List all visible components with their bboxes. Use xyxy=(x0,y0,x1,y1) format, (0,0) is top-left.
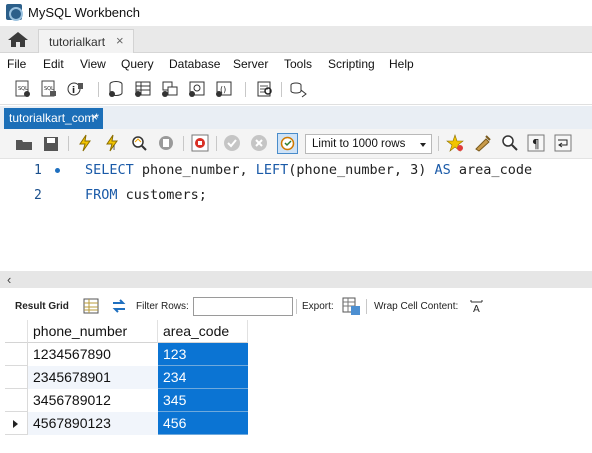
create-schema-icon[interactable] xyxy=(107,80,125,98)
close-icon[interactable]: × xyxy=(116,33,124,48)
stop-icon[interactable] xyxy=(157,134,175,152)
menu-file[interactable]: File xyxy=(7,57,26,71)
column-header-phone-number[interactable]: phone_number xyxy=(28,320,158,343)
save-icon[interactable] xyxy=(42,135,60,153)
open-sql-script-icon[interactable]: SQL xyxy=(40,80,58,98)
sql-keyword: FROM xyxy=(85,187,118,203)
menu-database[interactable]: Database xyxy=(169,57,220,71)
sql-keyword: AS xyxy=(434,162,451,178)
row-header[interactable] xyxy=(5,366,28,389)
create-view-icon[interactable] xyxy=(161,80,179,98)
mysql-workbench-icon xyxy=(6,4,23,21)
table-cell-selected[interactable]: 456 xyxy=(158,412,248,435)
connection-tab-strip: tutorialkart × xyxy=(0,26,592,53)
wrap-lines-icon[interactable] xyxy=(554,134,572,152)
find-icon[interactable] xyxy=(501,134,519,152)
corner-cell xyxy=(5,320,28,343)
svg-text:A: A xyxy=(473,304,480,313)
menu-bar: File Edit View Query Database Server Too… xyxy=(0,53,592,75)
create-procedure-icon[interactable] xyxy=(188,80,206,98)
menu-query[interactable]: Query xyxy=(121,57,154,71)
search-table-data-icon[interactable] xyxy=(256,80,274,98)
table-cell[interactable]: 4567890123 xyxy=(28,412,158,435)
create-table-icon[interactable] xyxy=(134,80,152,98)
chevron-down-icon xyxy=(420,143,426,147)
refresh-icon[interactable] xyxy=(110,298,128,314)
autocommit-toggle-icon[interactable] xyxy=(277,133,298,154)
table-cell-selected[interactable]: 123 xyxy=(158,343,248,366)
title-bar: MySQL Workbench xyxy=(0,0,592,26)
export-icon[interactable] xyxy=(342,297,361,316)
query-tab[interactable]: tutorialkart_com* × xyxy=(4,108,103,129)
export-label: Export: xyxy=(302,301,334,312)
column-header-area-code[interactable]: area_code xyxy=(158,320,248,343)
current-row-icon xyxy=(13,420,18,428)
code-line: FROM customers; xyxy=(85,187,207,203)
svg-text:I: I xyxy=(113,144,115,152)
rollback-icon[interactable] xyxy=(250,134,268,152)
menu-scripting[interactable]: Scripting xyxy=(328,57,375,71)
limit-rows-select[interactable]: Limit to 1000 rows xyxy=(305,134,432,154)
reconnect-icon[interactable] xyxy=(289,80,307,98)
toggle-error-stop-icon[interactable] xyxy=(191,134,209,152)
menu-edit[interactable]: Edit xyxy=(43,57,64,71)
sql-text: phone_number, xyxy=(133,162,256,178)
sql-text: customers; xyxy=(117,187,207,203)
menu-tools[interactable]: Tools xyxy=(284,57,312,71)
table-cell[interactable]: 2345678901 xyxy=(28,366,158,389)
row-header[interactable] xyxy=(5,389,28,412)
row-header[interactable] xyxy=(5,343,28,366)
execute-icon[interactable] xyxy=(76,134,94,152)
add-snippet-icon[interactable] xyxy=(446,134,464,152)
inspector-icon[interactable]: i xyxy=(66,80,84,98)
table-cell-selected[interactable]: 234 xyxy=(158,366,248,389)
scroll-left-icon[interactable]: ‹ xyxy=(7,272,11,287)
svg-text:¶: ¶ xyxy=(532,137,540,151)
sql-editor[interactable]: 1 SELECT phone_number, LEFT(phone_number… xyxy=(0,159,592,271)
filter-rows-label: Filter Rows: xyxy=(136,301,189,312)
table-cell[interactable]: 1234567890 xyxy=(28,343,158,366)
row-header-current[interactable] xyxy=(5,412,28,435)
query-tab-strip: tutorialkart_com* × xyxy=(0,106,592,129)
sql-text: (phone_number, 3) xyxy=(288,162,435,178)
sql-keyword: LEFT xyxy=(255,162,289,178)
sql-text: area_code xyxy=(450,162,533,178)
result-toolbar: Result Grid Filter Rows: Export: Wrap Ce… xyxy=(0,295,592,318)
line-number: 2 xyxy=(34,188,42,203)
grid-view-icon[interactable] xyxy=(83,298,99,314)
query-tab-label: tutorialkart_com* xyxy=(9,111,100,125)
sql-editor-toolbar: I Limit to 1000 rows ¶ xyxy=(0,129,592,159)
main-toolbar: SQL SQL i () xyxy=(0,75,592,105)
wrap-cell-content-label: Wrap Cell Content: xyxy=(374,301,459,312)
menu-view[interactable]: View xyxy=(80,57,106,71)
beautify-icon[interactable] xyxy=(474,134,492,152)
home-icon[interactable] xyxy=(7,31,29,48)
table-cell[interactable]: 3456789012 xyxy=(28,389,158,412)
connection-tab[interactable]: tutorialkart × xyxy=(38,29,134,53)
open-file-icon[interactable] xyxy=(15,135,33,153)
create-function-icon[interactable]: () xyxy=(215,80,233,98)
horizontal-scrollbar[interactable]: ‹ xyxy=(0,271,592,288)
svg-text:i: i xyxy=(72,86,75,96)
filter-rows-input[interactable] xyxy=(193,297,293,316)
close-icon[interactable]: × xyxy=(91,110,98,124)
menu-help[interactable]: Help xyxy=(389,57,414,71)
invisible-chars-icon[interactable]: ¶ xyxy=(527,134,545,152)
statement-marker-icon xyxy=(55,168,60,173)
sql-keyword: SELECT xyxy=(85,162,134,178)
execute-current-icon[interactable]: I xyxy=(103,134,121,152)
code-line: SELECT phone_number, LEFT(phone_number, … xyxy=(85,162,532,178)
new-sql-tab-icon[interactable]: SQL xyxy=(14,80,32,98)
window-title: MySQL Workbench xyxy=(28,5,140,20)
line-number: 1 xyxy=(34,163,42,178)
commit-icon[interactable] xyxy=(223,134,241,152)
table-cell-selected[interactable]: 345 xyxy=(158,389,248,412)
limit-rows-value: Limit to 1000 rows xyxy=(312,138,406,150)
connection-tab-label: tutorialkart xyxy=(49,35,106,49)
result-grid-label[interactable]: Result Grid xyxy=(15,301,69,312)
wrap-cell-content-icon[interactable]: A xyxy=(470,299,484,313)
menu-server[interactable]: Server xyxy=(233,57,268,71)
explain-icon[interactable] xyxy=(130,134,148,152)
